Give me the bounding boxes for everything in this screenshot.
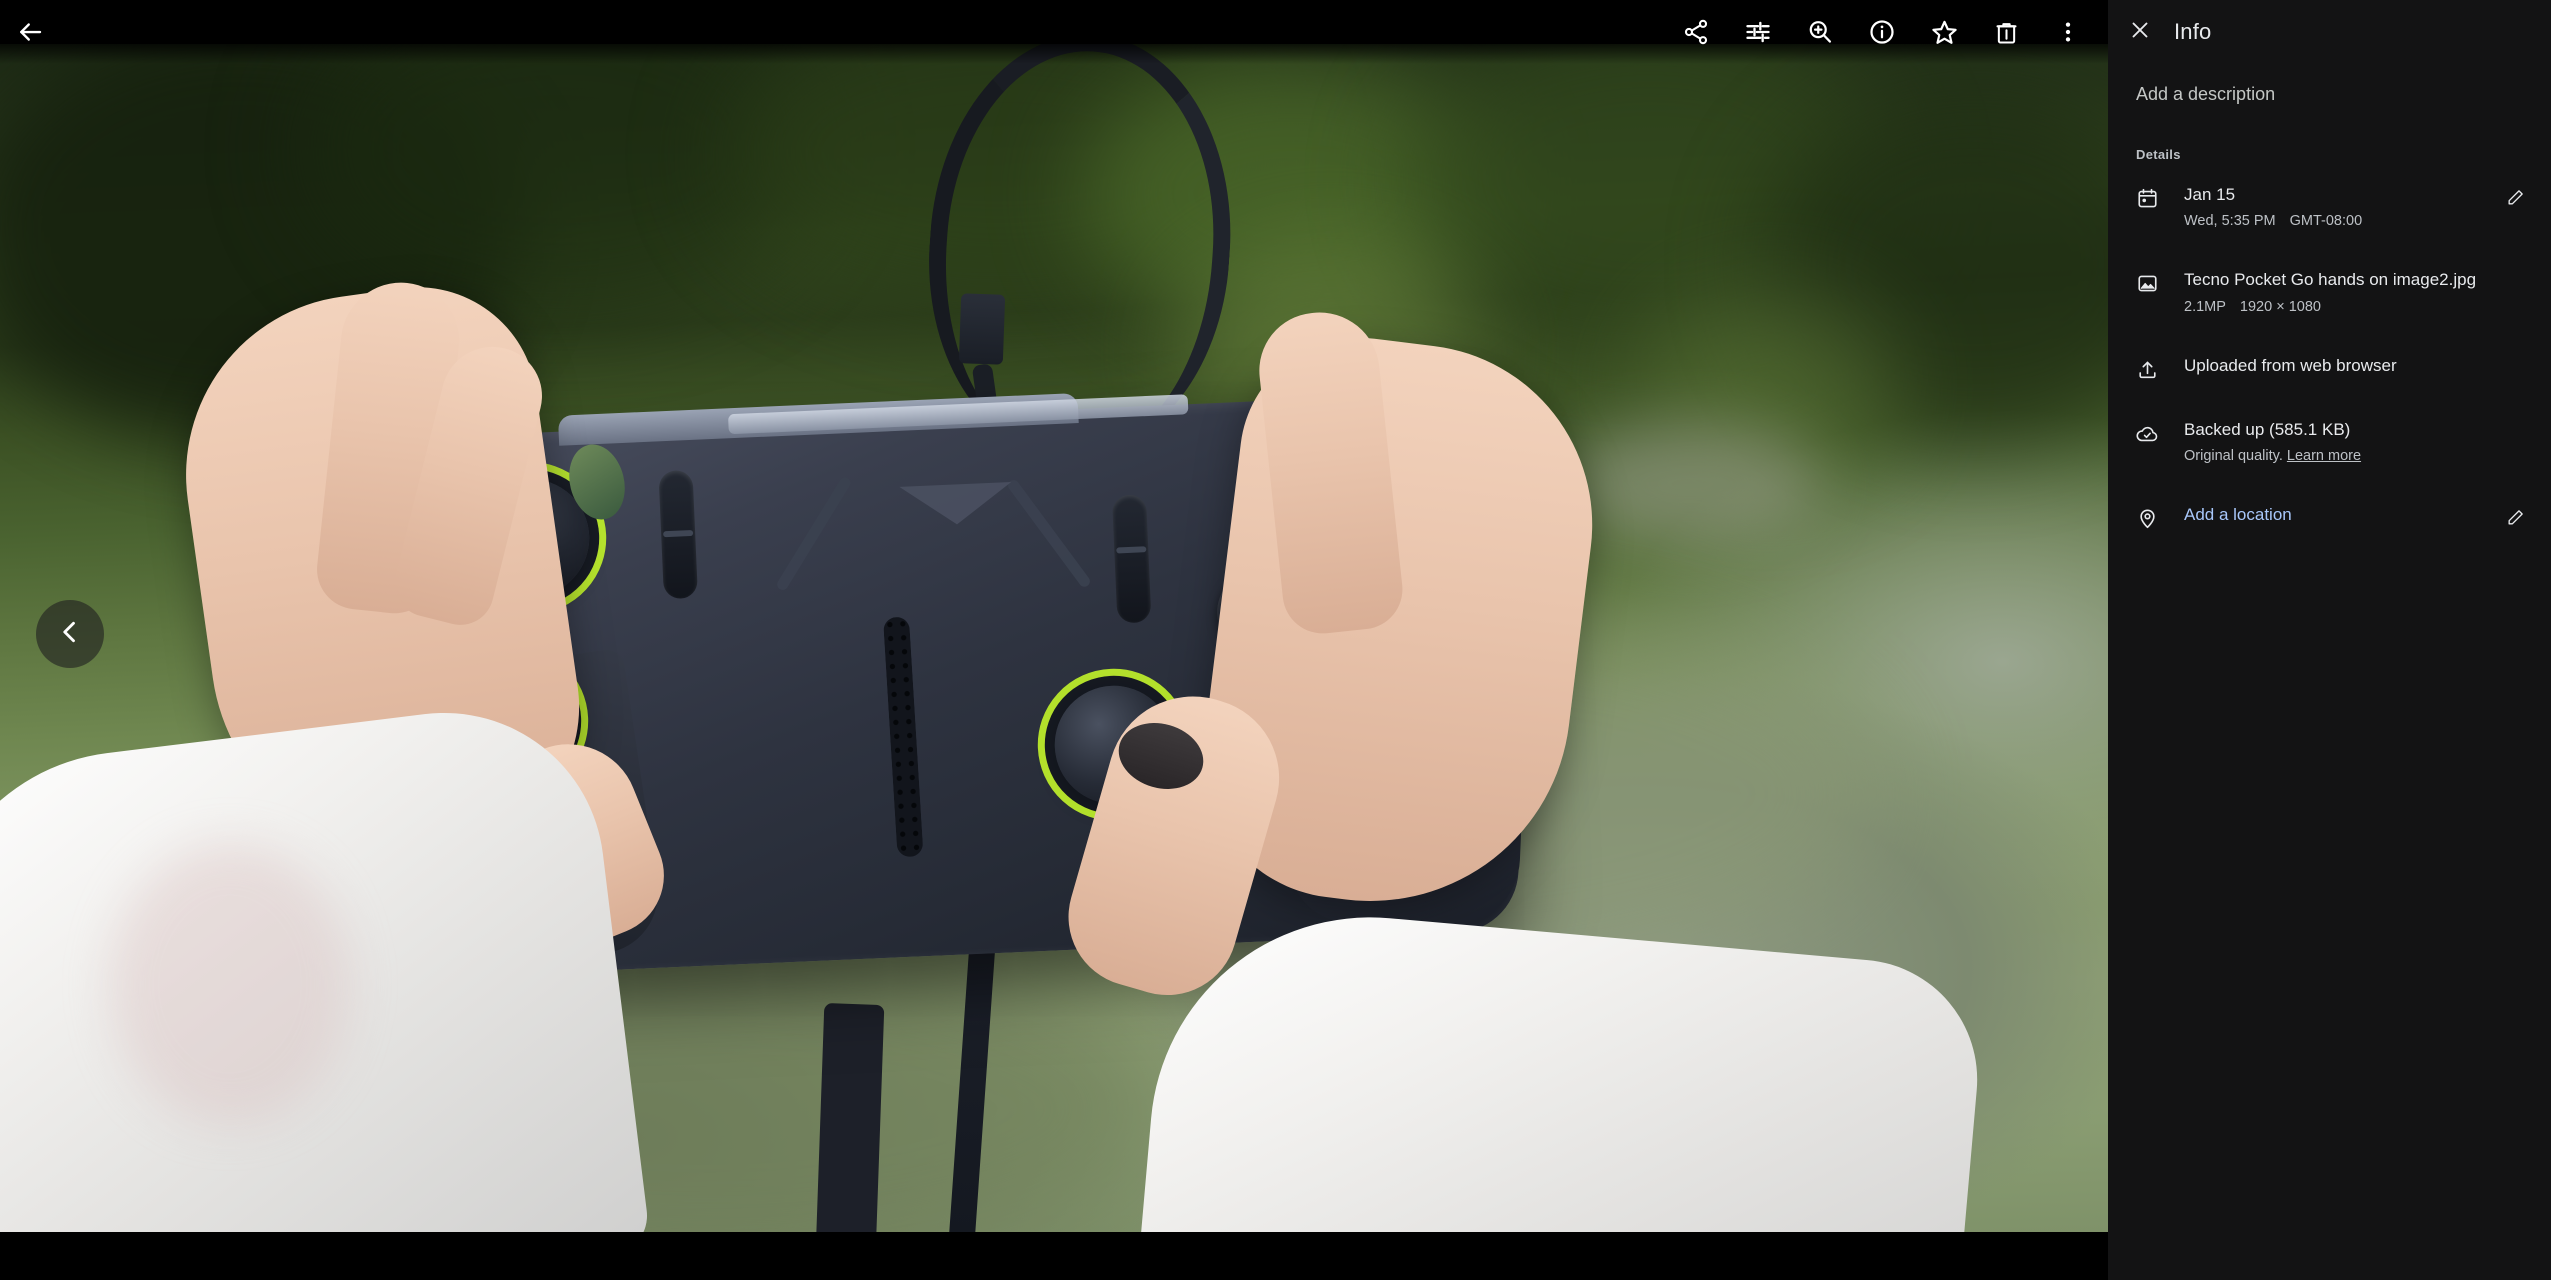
detail-row-backup[interactable]: Backed up (585.1 KB) Original quality. L…: [2108, 401, 2551, 472]
share-icon: [1682, 18, 1710, 46]
upload-icon: [2132, 355, 2162, 381]
description-placeholder[interactable]: Add a description: [2136, 84, 2523, 105]
detail-row-file[interactable]: Tecno Pocket Go hands on image2.jpg 2.1M…: [2108, 251, 2551, 322]
bumper-divider: [1116, 546, 1147, 554]
arrow-back-icon: [15, 17, 45, 47]
description-field[interactable]: Add a description: [2108, 64, 2551, 105]
location-text-block: Add a location: [2162, 504, 2497, 526]
date-primary: Jan 15: [2184, 185, 2236, 204]
backup-status: Backed up (585.1 KB): [2184, 419, 2351, 439]
photo-viewer-app: Y X B: [0, 0, 2551, 1280]
controller-logo-arm: [1005, 477, 1093, 589]
controller-logo-arm: [775, 475, 853, 592]
left-bumper-button: [658, 469, 698, 600]
previous-photo-button[interactable]: [36, 600, 104, 668]
info-panel-title: Info: [2174, 19, 2212, 44]
calendar-icon: [2132, 184, 2162, 210]
detail-row-source[interactable]: Uploaded from web browser: [2108, 337, 2551, 387]
file-megapixels: 2.1MP: [2184, 298, 2226, 315]
backup-text-block: Backed up (585.1 KB) Original quality. L…: [2162, 419, 2533, 466]
learn-more-link[interactable]: Learn more: [2287, 448, 2361, 464]
details-heading: Details: [2136, 147, 2181, 162]
edit-location-button[interactable]: [2497, 502, 2533, 538]
back-button[interactable]: [0, 2, 60, 62]
photo-image[interactable]: Y X B: [0, 44, 2108, 1232]
controller-logo-triangle: [899, 482, 1013, 527]
backup-quality: Original quality. Learn more: [2184, 446, 2523, 466]
toolbar-actions: [1666, 2, 2108, 62]
row-spacer: [2108, 387, 2551, 401]
source-label: Uploaded from web browser: [2184, 355, 2397, 375]
date-secondary: Wed, 5:35 PM GMT-08:00: [2184, 211, 2487, 231]
location-pin-icon: [2132, 504, 2162, 530]
row-spacer: [2108, 472, 2551, 486]
more-vert-icon: [2055, 19, 2081, 45]
chevron-left-icon: [56, 618, 84, 651]
close-info-button[interactable]: [2116, 8, 2164, 56]
pencil-icon: [2506, 508, 2525, 532]
date-weekday-time: Wed, 5:35 PM: [2184, 213, 2276, 230]
file-name: Tecno Pocket Go hands on image2.jpg: [2184, 270, 2477, 290]
photo-stage: Y X B: [0, 44, 2108, 1232]
favorite-button[interactable]: [1914, 2, 1974, 62]
row-spacer: [2108, 323, 2551, 337]
share-button[interactable]: [1666, 2, 1726, 62]
photo-stand: [815, 1003, 885, 1232]
star-outline-icon: [1930, 18, 1959, 47]
zoom-in-icon: [1806, 18, 1834, 46]
viewer-toolbar: [0, 0, 2108, 64]
file-text-block: Tecno Pocket Go hands on image2.jpg 2.1M…: [2162, 269, 2533, 316]
info-panel-header: Info: [2108, 0, 2551, 64]
row-spacer: [2108, 237, 2551, 251]
close-icon: [2128, 18, 2152, 47]
detail-row-date[interactable]: Jan 15 Wed, 5:35 PM GMT-08:00: [2108, 162, 2551, 237]
delete-button[interactable]: [1976, 2, 2036, 62]
backup-quality-text: Original quality.: [2184, 448, 2283, 465]
more-options-button[interactable]: [2038, 2, 2098, 62]
source-text-block: Uploaded from web browser: [2162, 355, 2533, 377]
file-dimensions: 1920 × 1080: [2239, 298, 2321, 315]
pencil-icon: [2506, 188, 2525, 212]
edit-date-button[interactable]: [2497, 182, 2533, 218]
date-timezone: GMT-08:00: [2289, 213, 2363, 230]
info-button[interactable]: [1852, 2, 1912, 62]
cloud-done-icon: [2132, 419, 2162, 446]
edit-button[interactable]: [1728, 2, 1788, 62]
info-icon: [1868, 18, 1896, 46]
bumper-divider: [663, 529, 694, 538]
photo-viewer-area: Y X B: [0, 0, 2108, 1280]
zoom-in-button[interactable]: [1790, 2, 1850, 62]
file-metrics: 2.1MP 1920 × 1080: [2184, 297, 2523, 317]
photo-image-icon: [2132, 269, 2162, 295]
detail-row-location[interactable]: Add a location: [2108, 486, 2551, 544]
usb-cable-plug: [958, 293, 1006, 365]
tune-sliders-icon: [1744, 18, 1772, 46]
photo-background-detail: [1560, 424, 1820, 544]
date-text-block: Jan 15 Wed, 5:35 PM GMT-08:00: [2162, 184, 2497, 231]
info-panel: Info Add a description Details Jan 15 We…: [2108, 0, 2551, 1280]
trash-icon: [1993, 19, 2020, 46]
add-location-link[interactable]: Add a location: [2184, 504, 2487, 526]
controller-vent: [882, 616, 924, 858]
sleeve-shadow: [110, 844, 350, 1124]
right-bumper-button: [1111, 494, 1152, 624]
